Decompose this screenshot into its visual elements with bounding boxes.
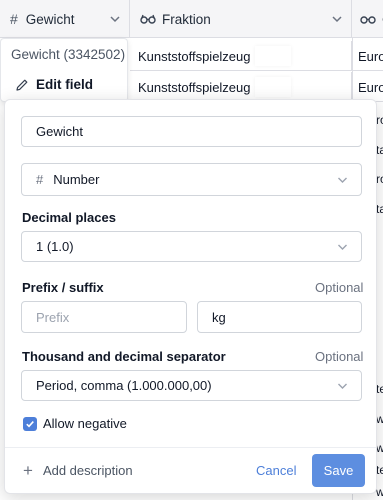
redaction-mask: [254, 46, 291, 66]
table-cell[interactable]: Kunststoffspielzeug: [130, 41, 352, 71]
add-description-label: Add description: [42, 463, 133, 478]
field-name-input[interactable]: Gewicht: [21, 116, 362, 147]
chevron-down-icon[interactable]: [331, 13, 343, 25]
column-header-label: Fraktion: [162, 11, 211, 27]
cell-text: w: [376, 412, 383, 426]
chevron-down-icon: [338, 244, 347, 250]
table-cell[interactable]: Kunststoffspielzeug: [130, 72, 352, 102]
grid-header: # Gewicht Fraktion C: [0, 0, 383, 38]
table-row[interactable]: Kunststoffspielzeug Euro: [130, 72, 383, 102]
allow-negative-checkbox[interactable]: [23, 417, 37, 431]
field-context-menu: Gewicht (3342502) Edit field: [0, 38, 128, 102]
chevron-down-icon: [338, 177, 347, 183]
save-button[interactable]: Save: [312, 454, 365, 487]
field-type-value: Number: [53, 172, 100, 187]
column-header-label: Gewicht: [25, 11, 75, 27]
prefix-suffix-label: Prefix / suffix: [22, 280, 104, 295]
cell-text: w: [376, 441, 383, 455]
column-header-third[interactable]: C: [352, 0, 383, 38]
glasses-icon: [360, 13, 376, 25]
cancel-button[interactable]: Cancel: [256, 463, 296, 478]
save-label: Save: [323, 463, 354, 478]
pencil-icon: [16, 79, 28, 91]
separator-select[interactable]: Period, comma (1.000.000,00): [21, 370, 362, 401]
context-menu-title: Gewicht (3342502): [11, 47, 126, 62]
cell-text: te: [376, 382, 383, 396]
hash-icon: #: [36, 172, 44, 187]
cell-text: ta: [376, 202, 383, 216]
chevron-down-icon[interactable]: [109, 13, 121, 25]
edit-field-panel: Gewicht # Number Decimal places 1 (1.0) …: [4, 99, 377, 494]
cell-text: te: [376, 463, 383, 477]
suffix-value: kg: [212, 309, 226, 325]
cell-text: ro: [376, 113, 383, 127]
glasses-icon: [140, 13, 156, 25]
field-name-value: Gewicht: [36, 124, 83, 139]
checkmark-icon: [26, 421, 34, 428]
decimal-places-value: 1 (1.0): [36, 239, 74, 254]
redaction-mask: [254, 77, 291, 97]
suffix-input[interactable]: kg: [197, 301, 362, 333]
cell-text: Kunststoffspielzeug: [138, 79, 251, 95]
table-cell[interactable]: Euro: [352, 72, 383, 102]
allow-negative-label[interactable]: Allow negative: [43, 416, 127, 431]
chevron-down-icon: [338, 383, 347, 389]
cell-text: Euro: [358, 48, 383, 64]
field-type-select[interactable]: # Number: [21, 163, 362, 196]
decimal-places-select[interactable]: 1 (1.0): [21, 231, 362, 262]
edit-field-menu-item[interactable]: Edit field: [15, 77, 93, 92]
separator-optional: Optional: [315, 349, 364, 364]
cell-text: Kunststoffspielzeug: [138, 48, 251, 64]
column-header-fraktion[interactable]: Fraktion: [130, 0, 352, 38]
plus-icon: +: [23, 460, 33, 480]
prefix-suffix-optional: Optional: [315, 280, 364, 295]
cell-text: ro: [376, 172, 383, 186]
prefix-placeholder: Prefix: [36, 309, 70, 325]
cell-text: ta: [376, 143, 383, 157]
hash-icon: #: [10, 11, 18, 27]
separator-label: Thousand and decimal separator: [22, 349, 226, 364]
edit-field-label: Edit field: [36, 77, 93, 92]
table-cell[interactable]: Euro: [352, 41, 383, 71]
prefix-input[interactable]: Prefix: [21, 301, 187, 333]
separator-value: Period, comma (1.000.000,00): [36, 378, 212, 393]
cell-text: w: [376, 485, 383, 499]
column-header-gewicht[interactable]: # Gewicht: [0, 0, 130, 38]
decimal-places-label: Decimal places: [22, 210, 116, 225]
panel-footer: + Add description Cancel Save: [5, 447, 376, 493]
table-row[interactable]: Kunststoffspielzeug Euro: [130, 41, 383, 71]
add-description-button[interactable]: + Add description: [23, 460, 133, 480]
cell-text: Euro: [358, 79, 383, 95]
